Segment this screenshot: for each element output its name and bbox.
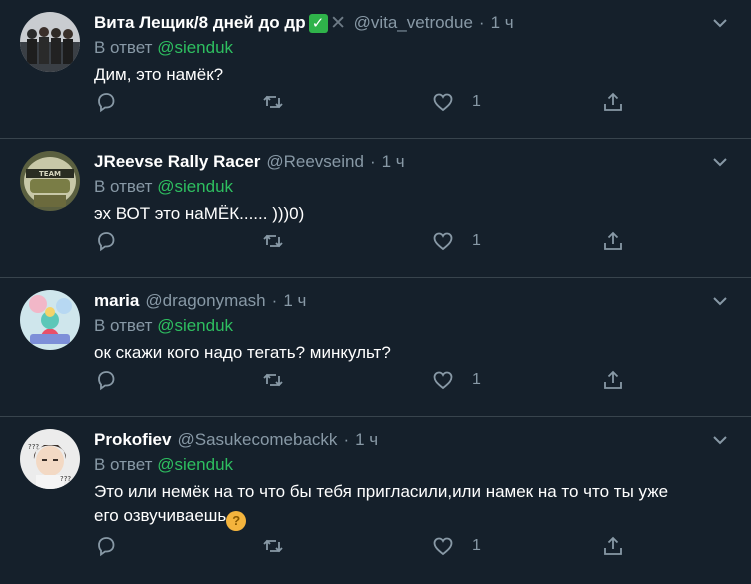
reply-icon [98, 537, 115, 557]
share-button[interactable] [602, 535, 624, 557]
reply-button[interactable] [95, 230, 117, 252]
retweet-button[interactable] [262, 369, 284, 391]
retweet-icon [263, 95, 283, 109]
tweet-text: Это или немёк на то что бы тебя пригласи… [94, 480, 731, 531]
like-button[interactable]: 1 [432, 230, 481, 252]
reply-button[interactable] [95, 535, 117, 557]
retweet-icon [263, 539, 283, 553]
user-handle[interactable]: @vita_vetrodue [354, 13, 473, 33]
share-icon [604, 231, 622, 250]
thinking-face-icon: ? [226, 511, 247, 531]
display-name[interactable]: Вита Лещик/8 дней до др [94, 13, 306, 33]
reply-button[interactable] [95, 91, 117, 113]
share-button[interactable] [602, 91, 624, 113]
tweet-text: Дим, это намёк? [94, 65, 224, 84]
mention-link[interactable]: @sienduk [157, 177, 233, 196]
reply-prefix: В ответ [94, 177, 153, 196]
retweet-button[interactable] [262, 91, 284, 113]
tweet-text: эх ВОТ это наМЁК...... )))0) [94, 204, 305, 223]
svg-text:???: ??? [28, 443, 39, 451]
like-button[interactable]: 1 [432, 535, 481, 557]
like-button[interactable]: 1 [432, 369, 481, 391]
timestamp[interactable]: 1 ч [283, 291, 306, 311]
heart-icon [433, 371, 453, 390]
check-mark-icon: ✓ [308, 13, 328, 33]
share-icon [604, 536, 622, 555]
chevron-down-icon[interactable] [711, 14, 729, 32]
mention-link[interactable]: @sienduk [157, 38, 233, 57]
tweet-text-line: Это или немёк на то что бы тебя пригласи… [94, 482, 669, 501]
reply-context: В ответ @sienduk [94, 38, 731, 62]
separator-dot: · [369, 152, 376, 171]
heart-icon [433, 232, 453, 251]
reply-prefix: В ответ [94, 316, 153, 335]
heart-icon [433, 93, 453, 112]
reply-icon [98, 232, 115, 252]
reply-prefix: В ответ [94, 38, 153, 57]
reply-context: В ответ @sienduk [94, 455, 731, 479]
share-icon [604, 370, 622, 389]
like-count: 1 [472, 537, 481, 554]
tweet[interactable]: ??? ??? Prokofiev @Sasukecomebackk · 1 ч… [0, 417, 751, 583]
display-name[interactable]: Prokofiev [94, 430, 171, 450]
like-count: 1 [472, 371, 481, 388]
timestamp[interactable]: 1 ч [491, 13, 514, 33]
tweet-text-line: его озвучиваешь? [94, 504, 731, 531]
reply-prefix: В ответ [94, 455, 153, 474]
tweet[interactable]: TEAM JReevse Rally Racer @Reevseind · 1 … [0, 139, 751, 278]
reply-icon [98, 371, 115, 391]
chevron-down-icon[interactable] [711, 153, 729, 171]
cross-mark-icon: ✕ [330, 12, 347, 34]
share-icon [604, 92, 622, 111]
tweet[interactable]: maria @dragonymash · 1 ч В ответ @siendu… [0, 278, 751, 417]
reply-button[interactable] [95, 369, 117, 391]
separator-dot: · [478, 13, 485, 32]
tweet-text-fragment: его озвучиваешь [94, 506, 227, 525]
separator-dot: · [343, 430, 350, 449]
heart-icon [433, 537, 453, 556]
display-name[interactable]: JReevse Rally Racer [94, 152, 260, 172]
reply-context: В ответ @sienduk [94, 316, 731, 340]
share-button[interactable] [602, 230, 624, 252]
retweet-icon [263, 373, 283, 387]
share-button[interactable] [602, 369, 624, 391]
retweet-button[interactable] [262, 230, 284, 252]
chevron-down-icon[interactable] [711, 292, 729, 310]
timestamp[interactable]: 1 ч [382, 152, 405, 172]
user-handle[interactable]: @Sasukecomebackk [177, 430, 337, 450]
tweet[interactable]: Вита Лещик/8 дней до др ✓ ✕ @vita_vetrod… [0, 0, 751, 139]
like-count: 1 [472, 93, 481, 110]
avatar[interactable] [20, 290, 80, 350]
avatar[interactable]: ??? ??? [20, 429, 80, 489]
svg-text:???: ??? [60, 475, 71, 483]
reply-icon [98, 93, 115, 113]
chevron-down-icon[interactable] [711, 431, 729, 449]
reply-context: В ответ @sienduk [94, 177, 731, 201]
mention-link[interactable]: @sienduk [157, 455, 233, 474]
like-count: 1 [472, 232, 481, 249]
avatar[interactable] [20, 12, 80, 72]
like-button[interactable]: 1 [432, 91, 481, 113]
avatar[interactable]: TEAM [20, 151, 80, 211]
mention-link[interactable]: @sienduk [157, 316, 233, 335]
user-handle[interactable]: @Reevseind [266, 152, 364, 172]
tweet-text: ок скажи кого надо тегать? минкульт? [94, 343, 391, 362]
retweet-icon [263, 234, 283, 248]
user-handle[interactable]: @dragonymash [145, 291, 265, 311]
timestamp[interactable]: 1 ч [355, 430, 378, 450]
display-name[interactable]: maria [94, 291, 139, 311]
retweet-button[interactable] [262, 535, 284, 557]
separator-dot: · [271, 291, 278, 310]
svg-text:TEAM: TEAM [39, 170, 61, 178]
